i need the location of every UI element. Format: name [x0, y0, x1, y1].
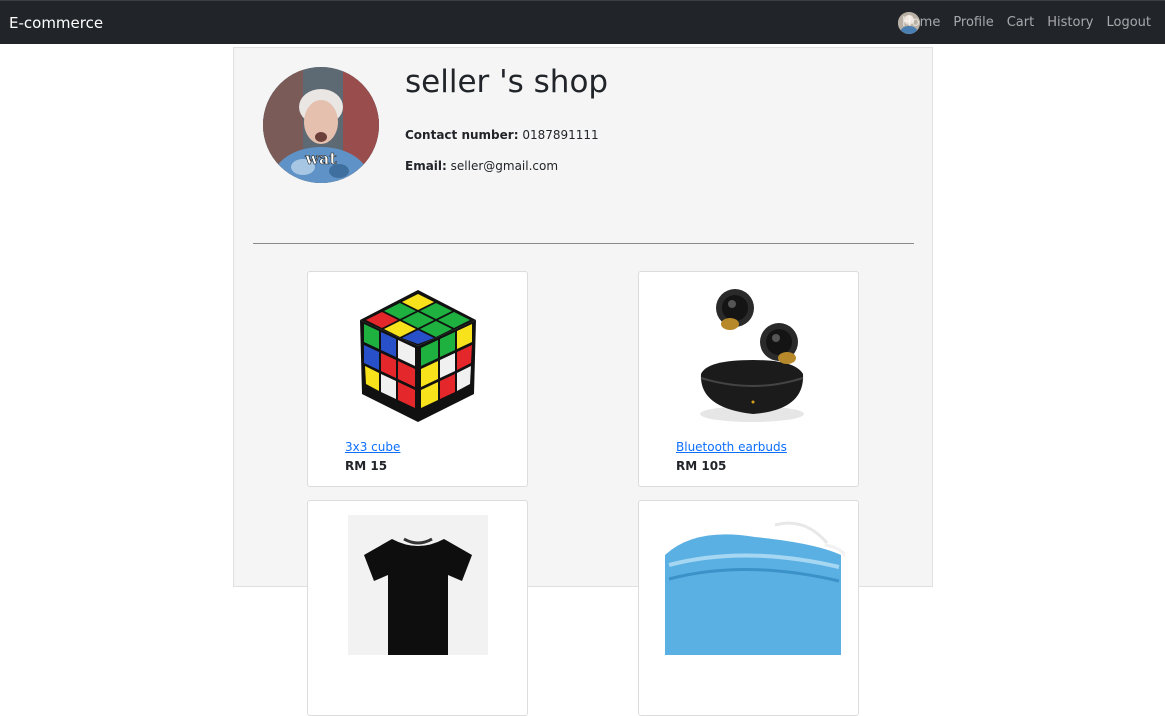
product-price: RM 15	[345, 459, 388, 473]
section-divider	[253, 243, 914, 244]
email-label: Email:	[405, 159, 447, 173]
shop-panel: wat seller 's shop Contact number: 01878…	[233, 47, 933, 716]
nav-cart-link[interactable]: Cart	[1007, 15, 1035, 31]
nav-history-link[interactable]: History	[1047, 15, 1093, 31]
contact-number-label: Contact number:	[405, 128, 519, 142]
nav-logout-link[interactable]: Logout	[1106, 15, 1151, 31]
product-card[interactable]: 3x3 cube RM 15	[307, 271, 528, 487]
earbuds-image[interactable]	[675, 282, 823, 430]
email-value: seller@gmail.com	[450, 159, 559, 173]
nav-home-link[interactable]: Home	[902, 15, 940, 31]
email-line: Email: seller@gmail.com	[405, 159, 558, 174]
avatar-caption-text: wat	[304, 149, 337, 168]
product-card[interactable]	[307, 500, 528, 716]
product-name-link[interactable]: 3x3 cube	[345, 440, 400, 455]
brand-logo[interactable]: E-commerce	[9, 14, 103, 32]
product-name-link[interactable]: Bluetooth earbuds	[676, 440, 787, 455]
product-card[interactable]	[638, 500, 859, 716]
top-navbar: E-commerce Home Profile Cart History Log…	[0, 0, 1165, 44]
nav-profile-link[interactable]: Profile	[953, 15, 993, 31]
shop-title: seller 's shop	[405, 64, 609, 100]
contact-number-value: 0187891111	[522, 128, 599, 142]
nav-links: Home Profile Cart History Logout	[902, 15, 1151, 31]
product-card[interactable]: Bluetooth earbuds RM 105	[638, 271, 859, 487]
rubiks-cube-image[interactable]	[344, 282, 492, 430]
tshirt-image[interactable]	[348, 515, 488, 655]
face-mask-image[interactable]	[655, 515, 845, 655]
shop-avatar: wat	[263, 67, 379, 183]
contact-number-line: Contact number: 0187891111	[405, 128, 599, 143]
product-price: RM 105	[676, 459, 727, 473]
